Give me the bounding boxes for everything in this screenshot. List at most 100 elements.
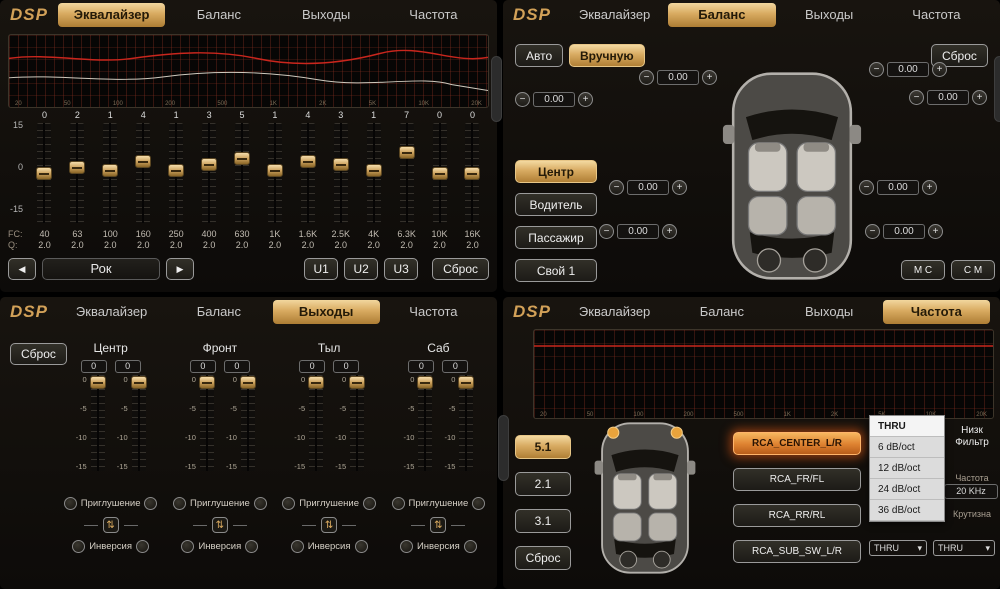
tab-3[interactable]: Частота <box>380 300 487 324</box>
dropdown-option-THRU[interactable]: THRU <box>870 416 944 437</box>
eq-band-slider[interactable] <box>300 123 316 223</box>
output-gain-slider[interactable] <box>417 375 433 471</box>
tab-1[interactable]: Баланс <box>668 3 775 27</box>
slider-thumb[interactable] <box>399 146 415 159</box>
tab-3[interactable]: Частота <box>380 3 487 27</box>
plus-button[interactable]: + <box>702 70 717 85</box>
eq-band-slider[interactable] <box>36 123 52 223</box>
slider-thumb[interactable] <box>131 376 147 389</box>
tab-0[interactable]: Эквалайзер <box>561 300 668 324</box>
manual-mode-button[interactable]: Вручную <box>569 44 645 67</box>
output-gain-slider[interactable] <box>131 375 147 471</box>
frequency-reset-button[interactable]: Сброс <box>515 546 571 570</box>
tab-1[interactable]: Баланс <box>165 3 272 27</box>
eq-band-slider[interactable] <box>135 123 151 223</box>
cm-button[interactable]: C M <box>951 260 995 280</box>
position-button-Водитель[interactable]: Водитель <box>515 193 597 216</box>
mute-toggle-left[interactable] <box>173 497 186 510</box>
plus-button[interactable]: + <box>932 62 947 77</box>
auto-mode-button[interactable]: Авто <box>515 44 563 67</box>
eq-band-slider[interactable] <box>464 123 480 223</box>
minus-button[interactable]: − <box>599 224 614 239</box>
tab-2[interactable]: Выходы <box>776 300 883 324</box>
memory-button-U2[interactable]: U2 <box>344 258 378 280</box>
output-gain-slider[interactable] <box>240 375 256 471</box>
preset-next-button[interactable]: ▶ <box>166 258 194 280</box>
tab-2[interactable]: Выходы <box>273 300 380 324</box>
minus-button[interactable]: − <box>869 62 884 77</box>
eq-band-slider[interactable] <box>366 123 382 223</box>
dropdown-option-6 dB/oct[interactable]: 6 dB/oct <box>870 437 944 458</box>
position-button-Свой 1[interactable]: Свой 1 <box>515 259 597 282</box>
plus-button[interactable]: + <box>922 180 937 195</box>
eq-band-slider[interactable] <box>432 123 448 223</box>
output-gain-slider[interactable] <box>199 375 215 471</box>
link-channels-button[interactable]: ⇅ <box>103 517 119 533</box>
tab-3[interactable]: Частота <box>883 3 990 27</box>
minus-button[interactable]: − <box>909 90 924 105</box>
tab-1[interactable]: Баланс <box>668 300 775 324</box>
eq-reset-button[interactable]: Сброс <box>432 258 489 280</box>
slider-thumb[interactable] <box>300 155 316 168</box>
slider-thumb[interactable] <box>366 164 382 177</box>
plus-button[interactable]: + <box>662 224 677 239</box>
slider-thumb[interactable] <box>69 161 85 174</box>
minus-button[interactable]: − <box>515 92 530 107</box>
dropdown-option-24 dB/oct[interactable]: 24 dB/oct <box>870 479 944 500</box>
tab-2[interactable]: Выходы <box>776 3 883 27</box>
invert-toggle-right[interactable] <box>245 540 258 553</box>
position-button-Центр[interactable]: Центр <box>515 160 597 183</box>
eq-band-slider[interactable] <box>102 123 118 223</box>
mc-button[interactable]: M C <box>901 260 945 280</box>
eq-band-slider[interactable] <box>201 123 217 223</box>
eq-band-slider[interactable] <box>399 123 415 223</box>
memory-button-U3[interactable]: U3 <box>384 258 418 280</box>
plus-button[interactable]: + <box>578 92 593 107</box>
tab-0[interactable]: Эквалайзер <box>561 3 668 27</box>
mute-toggle-right[interactable] <box>254 497 267 510</box>
slider-thumb[interactable] <box>201 158 217 171</box>
mute-toggle-right[interactable] <box>144 497 157 510</box>
channel-button-RCA_FR/FL[interactable]: RCA_FR/FL <box>733 468 861 491</box>
hp-filter-select[interactable]: THRU ▾ <box>869 540 927 556</box>
slider-thumb[interactable] <box>168 164 184 177</box>
tab-2[interactable]: Выходы <box>273 3 380 27</box>
minus-button[interactable]: − <box>639 70 654 85</box>
panel-handle[interactable] <box>498 415 509 481</box>
slider-thumb[interactable] <box>464 167 480 180</box>
eq-band-slider[interactable] <box>234 123 250 223</box>
slider-thumb[interactable] <box>102 164 118 177</box>
slider-thumb[interactable] <box>36 167 52 180</box>
output-gain-slider[interactable] <box>349 375 365 471</box>
eq-band-slider[interactable] <box>267 123 283 223</box>
link-channels-button[interactable]: ⇅ <box>212 517 228 533</box>
mute-toggle-left[interactable] <box>64 497 77 510</box>
position-button-Пассажир[interactable]: Пассажир <box>515 226 597 249</box>
minus-button[interactable]: − <box>609 180 624 195</box>
invert-toggle-left[interactable] <box>72 540 85 553</box>
channel-button-RCA_RR/RL[interactable]: RCA_RR/RL <box>733 504 861 527</box>
eq-band-slider[interactable] <box>333 123 349 223</box>
invert-toggle-right[interactable] <box>136 540 149 553</box>
eq-band-slider[interactable] <box>69 123 85 223</box>
slider-thumb[interactable] <box>90 376 106 389</box>
plus-button[interactable]: + <box>928 224 943 239</box>
tab-1[interactable]: Баланс <box>165 300 272 324</box>
mute-toggle-left[interactable] <box>392 497 405 510</box>
tab-3[interactable]: Частота <box>883 300 990 324</box>
channel-button-RCA_CENTER_L/R[interactable]: RCA_CENTER_L/R <box>733 432 861 455</box>
panel-handle[interactable] <box>491 56 502 122</box>
slider-thumb[interactable] <box>432 167 448 180</box>
link-channels-button[interactable]: ⇅ <box>321 517 337 533</box>
slider-thumb[interactable] <box>234 152 250 165</box>
dropdown-option-36 dB/oct[interactable]: 36 dB/oct <box>870 500 944 521</box>
tab-0[interactable]: Эквалайзер <box>58 300 165 324</box>
slider-thumb[interactable] <box>267 164 283 177</box>
minus-button[interactable]: − <box>859 180 874 195</box>
dropdown-option-12 dB/oct[interactable]: 12 dB/oct <box>870 458 944 479</box>
preset-prev-button[interactable]: ◀ <box>8 258 36 280</box>
tab-0[interactable]: Эквалайзер <box>58 3 165 27</box>
lp-filter-select[interactable]: THRU ▾ <box>933 540 995 556</box>
memory-button-U1[interactable]: U1 <box>304 258 338 280</box>
plus-button[interactable]: + <box>972 90 987 105</box>
